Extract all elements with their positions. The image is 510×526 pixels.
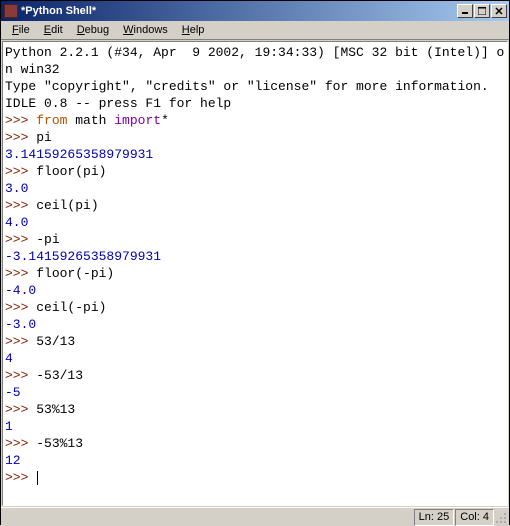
menu-file[interactable]: File [5,22,37,38]
statusbar: Ln: 25 Col: 4 [1,507,509,526]
status-line: Ln: 25 [414,509,455,526]
menu-windows[interactable]: Windows [116,22,175,38]
window-buttons [457,4,507,18]
resize-grip[interactable] [495,509,509,526]
menu-debug[interactable]: Debug [70,22,116,38]
window-title: *Python Shell* [21,5,457,17]
close-button[interactable] [491,4,507,18]
menubar: File Edit Debug Windows Help [1,21,509,40]
cursor [37,471,38,485]
menu-help[interactable]: Help [175,22,212,38]
minimize-button[interactable] [457,4,473,18]
status-col: Col: 4 [455,509,494,526]
shell-output[interactable]: Python 2.2.1 (#34, Apr 9 2002, 19:34:33)… [2,41,508,506]
menu-edit[interactable]: Edit [37,22,70,38]
maximize-button[interactable] [474,4,490,18]
titlebar: *Python Shell* [1,1,509,21]
app-icon [4,4,18,18]
